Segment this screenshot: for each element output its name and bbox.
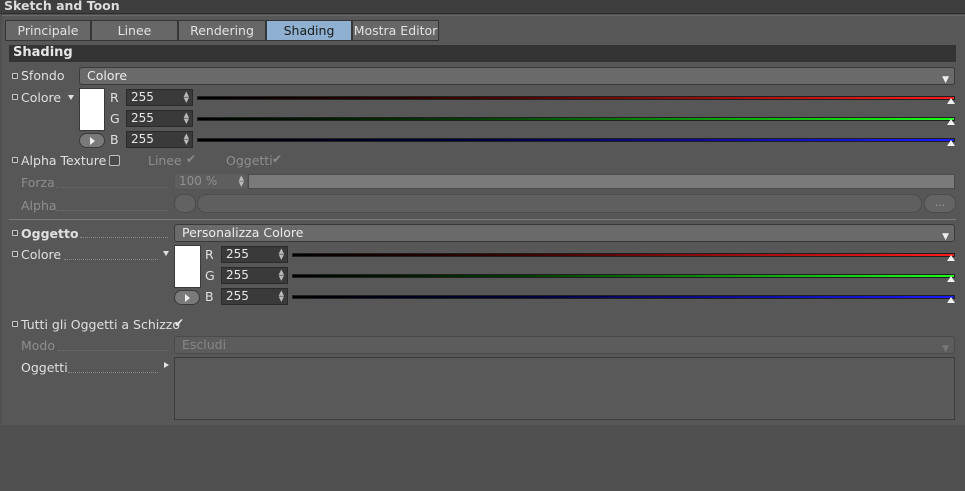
browse-button[interactable]: ...: [924, 194, 956, 213]
chevron-down-icon: ▼: [942, 75, 949, 85]
channel-g-label: G: [110, 111, 120, 126]
animate-dot-icon[interactable]: [12, 251, 18, 257]
spin-arrows-icon[interactable]: ▲ ▼: [279, 290, 284, 303]
sfondo-label: Sfondo: [21, 68, 65, 83]
dotted-leader: [64, 259, 158, 260]
tutti-oggetti-label: Tutti gli Oggetti a Schizzo: [21, 317, 181, 332]
play-icon[interactable]: [174, 290, 200, 305]
animate-dot-icon[interactable]: [12, 73, 18, 79]
oggetto-r-field[interactable]: 255 ▲ ▼: [221, 246, 288, 263]
channel-r-label: R: [205, 247, 214, 262]
tab-shading[interactable]: Shading: [266, 20, 352, 41]
sfondo-b-field[interactable]: 255 ▲ ▼: [126, 131, 193, 148]
oggetti-list-label: Oggetti: [21, 360, 68, 375]
dotted-leader: [56, 210, 168, 211]
spin-arrows-icon[interactable]: ▲ ▼: [184, 133, 189, 146]
modo-label: Modo: [21, 338, 56, 353]
tab-mostra-editor[interactable]: Mostra Editor: [352, 20, 439, 41]
spin-arrows-icon[interactable]: ▲ ▼: [239, 175, 244, 188]
oggetto-dropdown[interactable]: Personalizza Colore ▼: [174, 224, 955, 242]
dotted-leader: [80, 237, 168, 238]
check-icon: ✔: [186, 152, 197, 166]
sfondo-r-value: 255: [131, 90, 154, 104]
oggetto-label: Oggetto: [21, 226, 79, 241]
tab-linee[interactable]: Linee: [91, 20, 178, 41]
dotted-leader: [58, 350, 168, 351]
animate-dot-icon[interactable]: [12, 157, 18, 163]
slider-knob-icon[interactable]: [947, 98, 955, 104]
sfondo-dropdown-value: Colore: [87, 68, 128, 83]
chevron-down-icon: ▼: [942, 232, 949, 242]
section-header-shading: Shading: [9, 45, 956, 62]
tab-principale[interactable]: Principale: [5, 20, 91, 41]
expand-triangle-icon[interactable]: [68, 95, 74, 100]
alpha-label: Alpha: [21, 198, 57, 213]
slider-knob-icon[interactable]: [947, 140, 955, 146]
oggetto-g-value: 255: [226, 268, 249, 282]
tab-rendering[interactable]: Rendering: [178, 20, 266, 41]
oggetto-r-value: 255: [226, 247, 249, 261]
spin-arrows-icon[interactable]: ▲ ▼: [184, 91, 189, 104]
alpha-texture-checkbox[interactable]: [109, 155, 120, 166]
sfondo-r-slider[interactable]: [197, 96, 955, 100]
forza-slider[interactable]: [248, 174, 955, 189]
oggetto-g-slider[interactable]: [292, 274, 955, 278]
oggetto-r-slider[interactable]: [292, 253, 955, 257]
spin-arrows-icon[interactable]: ▲ ▼: [184, 112, 189, 125]
channel-r-label: R: [110, 90, 119, 105]
expand-triangle-icon[interactable]: [163, 251, 169, 256]
alpha-texture-label: Alpha Texture: [21, 153, 107, 168]
oggetto-b-field[interactable]: 255 ▲ ▼: [221, 288, 288, 305]
modo-dropdown-value: Escludi: [182, 337, 227, 352]
chevron-down-icon: ▼: [942, 344, 949, 354]
oggetti-list-box[interactable]: [174, 357, 955, 420]
window-titlebar: Sketch and Toon: [0, 0, 965, 14]
tutti-oggetti-checkbox[interactable]: ✔: [174, 316, 184, 330]
check-icon: ✔: [272, 152, 283, 166]
dotted-leader: [68, 372, 158, 373]
slider-knob-icon[interactable]: [947, 255, 955, 261]
sfondo-dropdown[interactable]: Colore ▼: [79, 67, 955, 85]
separator: [9, 219, 956, 220]
alpha-oggetti-label: Oggetti: [226, 153, 273, 168]
oggetto-g-field[interactable]: 255 ▲ ▼: [221, 267, 288, 284]
alpha-texture-menu-button[interactable]: [174, 194, 196, 213]
play-icon[interactable]: [79, 133, 105, 148]
sfondo-color-swatch[interactable]: [79, 88, 105, 131]
sfondo-b-value: 255: [131, 132, 154, 146]
sfondo-b-slider[interactable]: [197, 138, 955, 142]
slider-knob-icon[interactable]: [947, 276, 955, 282]
sfondo-g-slider[interactable]: [197, 117, 955, 121]
forza-value: 100 %: [179, 174, 218, 188]
oggetto-dropdown-value: Personalizza Colore: [182, 225, 304, 240]
sfondo-colore-label: Colore: [21, 90, 62, 105]
oggetto-b-value: 255: [226, 289, 249, 303]
slider-knob-icon[interactable]: [947, 119, 955, 125]
animate-dot-icon[interactable]: [12, 321, 18, 327]
forza-label: Forza: [21, 175, 55, 190]
dotted-leader: [56, 187, 168, 188]
forza-field[interactable]: 100 % ▲ ▼: [174, 173, 248, 190]
animate-dot-icon[interactable]: [12, 94, 18, 100]
slider-knob-icon[interactable]: [947, 297, 955, 303]
modo-dropdown[interactable]: Escludi ▼: [174, 336, 955, 354]
oggetto-b-slider[interactable]: [292, 295, 955, 299]
triangle-right-icon[interactable]: [164, 362, 169, 368]
sfondo-g-field[interactable]: 255 ▲ ▼: [126, 110, 193, 127]
animate-dot-icon[interactable]: [12, 230, 18, 236]
channel-b-label: B: [205, 289, 214, 304]
alpha-linee-label: Linee: [148, 153, 182, 168]
oggetto-colore-label: Colore: [21, 247, 62, 262]
oggetto-color-swatch[interactable]: [174, 245, 201, 288]
sfondo-r-field[interactable]: 255 ▲ ▼: [126, 89, 193, 106]
spin-arrows-icon[interactable]: ▲ ▼: [279, 248, 284, 261]
window-title: Sketch and Toon: [4, 0, 120, 13]
alpha-texture-path[interactable]: [197, 194, 922, 213]
channel-b-label: B: [110, 132, 119, 147]
sfondo-g-value: 255: [131, 111, 154, 125]
spin-arrows-icon[interactable]: ▲ ▼: [279, 269, 284, 282]
channel-g-label: G: [205, 268, 215, 283]
